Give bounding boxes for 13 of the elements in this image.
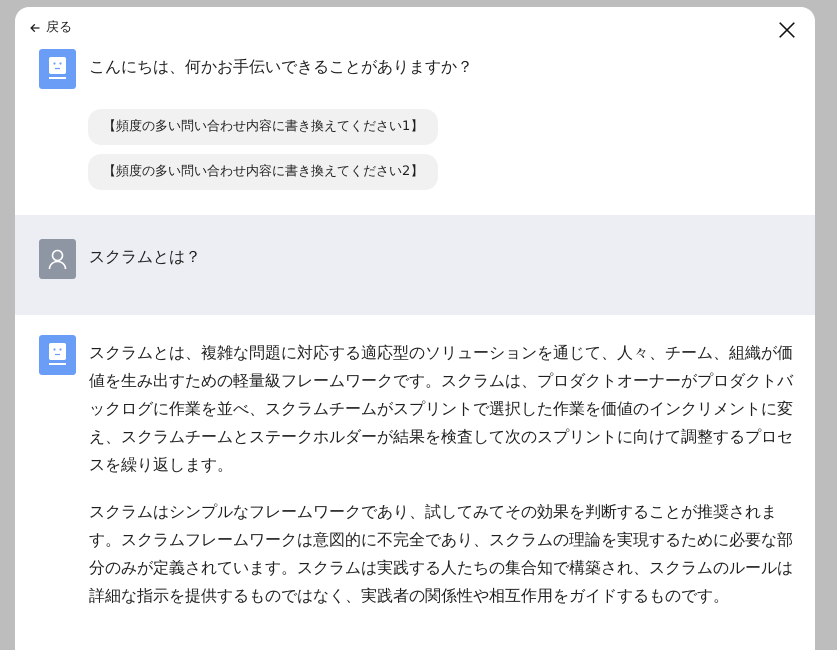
close-button[interactable] — [779, 22, 795, 38]
robot-face-icon — [39, 335, 76, 375]
person-icon — [39, 239, 76, 279]
back-button[interactable]: 戻る — [30, 19, 72, 37]
message-text: スクラムはシンプルなフレームワークであり、試してみてその効果を判断することが推奨されます。スクラムフレームワークは意図的に不完全であり、スクラムの理論を実現するために必要な部分のみが定義されています。スクラムは実践する人たちの集合知で構築され、スクラムのルールは詳細な指示を提供するものではなく、実践者の関係性や相互作用をガイドするものです。 — [89, 501, 794, 607]
close-icon — [779, 22, 795, 38]
message-text: こんにちは、何かお手伝いできることがありますか？ — [89, 56, 474, 78]
robot-face-icon — [39, 49, 76, 89]
message-text: スクラムとは、複雑な問題に対応する適応型のソリューションを通じて、人々、チーム、組織が価値を生み出すための軽量級フレームワークです。スクラムは、プロダクトオーナーがプロダクトバックログに作業を並べ、スクラムチームがスプリントで選択した作業を価値のインクリメントに変え、スクラムチームとステークホルダーが結果を検査して次のスプリントに向けて調整するプロセスを繰り返します。 — [89, 342, 794, 476]
back-arrow-icon — [30, 23, 40, 33]
suggestion-button[interactable]: 【頻度の多い問い合わせ内容に書き換えてください1】 — [88, 109, 438, 145]
message-text: スクラムとは？ — [89, 246, 202, 268]
suggestion-button[interactable]: 【頻度の多い問い合わせ内容に書き換えてください2】 — [88, 154, 438, 190]
